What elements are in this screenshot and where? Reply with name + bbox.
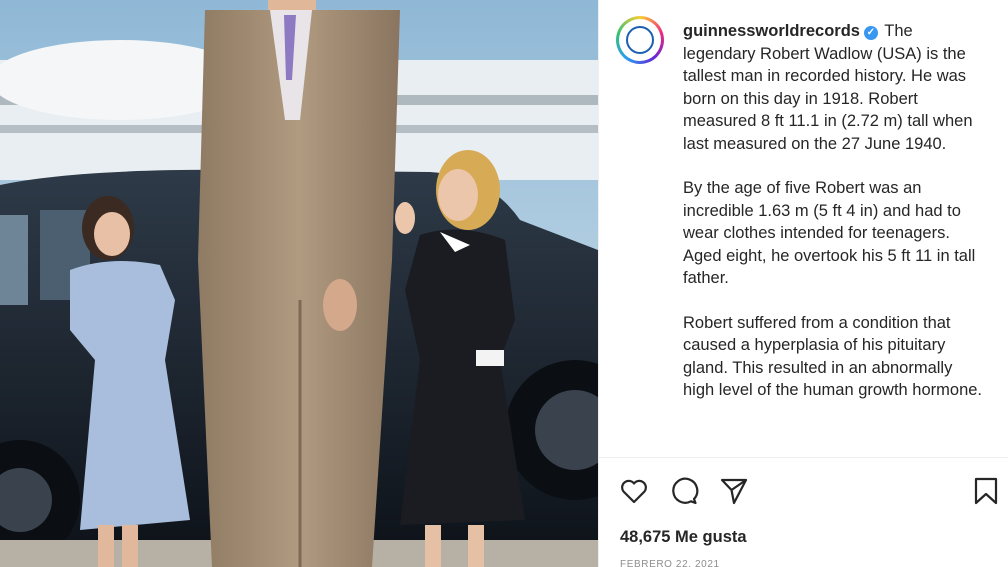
guinness-logo-icon (626, 26, 654, 54)
share-button[interactable] (719, 476, 749, 506)
heart-icon (621, 479, 647, 504)
bookmark-icon (974, 477, 998, 505)
username-link[interactable]: guinnessworldrecords (683, 22, 860, 40)
likes-count[interactable]: 48,675 Me gusta (620, 528, 747, 547)
post-panel: guinnessworldrecords ✓ The legendary Robe… (598, 0, 1008, 567)
photo-illustration (0, 0, 598, 567)
like-button[interactable] (619, 476, 649, 506)
paper-plane-icon (720, 478, 748, 505)
caption-paragraph-3: Robert suffered from a condition that ca… (683, 313, 983, 400)
post-photo[interactable] (0, 0, 598, 567)
verified-badge-icon: ✓ (863, 26, 878, 40)
avatar-ring-inner (619, 19, 661, 61)
comment-button[interactable] (669, 476, 699, 506)
post-date[interactable]: FEBRERO 22, 2021 (620, 559, 720, 567)
caption-paragraph-1: The legendary Robert Wadlow (USA) is the… (683, 22, 973, 153)
save-button[interactable] (971, 476, 1001, 506)
caption-paragraph-2: By the age of five Robert was an incredi… (683, 179, 976, 287)
action-bar (619, 476, 999, 506)
profile-avatar[interactable] (616, 16, 664, 64)
caption-area[interactable]: guinnessworldrecords ✓ The legendary Robe… (599, 0, 1008, 458)
post-caption: guinnessworldrecords ✓ The legendary Robe… (683, 20, 983, 402)
comment-bubble-icon (672, 477, 699, 505)
